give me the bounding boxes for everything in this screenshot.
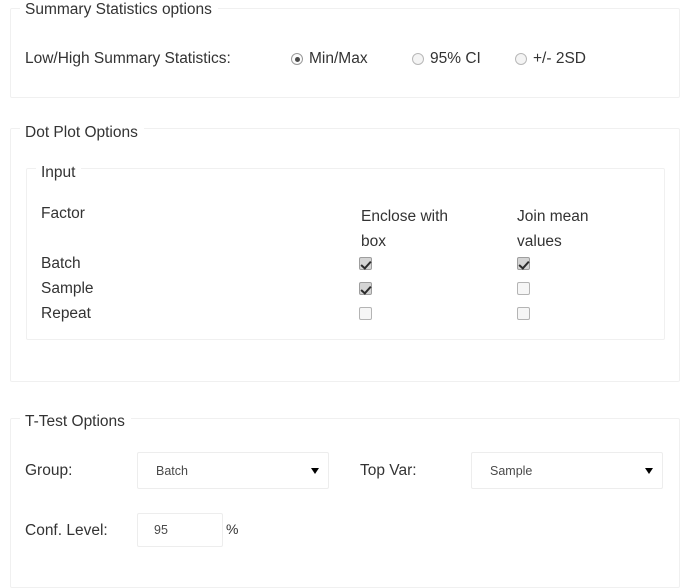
checkbox-batch-enclose-with-box[interactable] — [359, 257, 372, 270]
column-header-enclose-with-box: Enclose with box — [361, 208, 449, 250]
conf-level-input-value: 95 — [154, 523, 168, 537]
options-panel: Summary Statistics options Low/High Summ… — [0, 0, 684, 588]
conf-level-label: Conf. Level: — [25, 522, 108, 539]
dot-plot-input-legend: Input — [36, 164, 82, 182]
column-header-join-mean-values: Join mean values — [517, 208, 589, 250]
radio-95-ci-label[interactable]: 95% CI — [430, 49, 481, 69]
ttest-options-fieldset — [10, 418, 680, 588]
row-label-sample: Sample — [41, 280, 94, 297]
radio-plus-minus-2sd[interactable] — [515, 53, 527, 65]
summary-statistics-legend: Summary Statistics options — [20, 1, 218, 19]
radio-min-max[interactable] — [291, 53, 303, 65]
row-label-batch: Batch — [41, 255, 81, 272]
checkbox-sample-enclose-with-box[interactable] — [359, 282, 372, 295]
dot-plot-options-legend: Dot Plot Options — [20, 124, 144, 142]
radio-95-ci[interactable] — [412, 53, 424, 65]
top-var-select-value: Sample — [490, 463, 533, 478]
checkbox-repeat-join-mean-values[interactable] — [517, 307, 530, 320]
ttest-options-legend: T-Test Options — [20, 413, 131, 431]
group-select-value: Batch — [156, 463, 188, 478]
radio-min-max-label[interactable]: Min/Max — [309, 49, 368, 69]
group-label: Group: — [25, 462, 73, 479]
column-header-factor: Factor — [41, 205, 85, 222]
chevron-down-icon — [645, 467, 653, 474]
conf-level-input[interactable]: 95 — [137, 513, 223, 547]
top-var-label: Top Var: — [360, 462, 417, 479]
conf-level-unit: % — [226, 521, 239, 537]
checkbox-batch-join-mean-values[interactable] — [517, 257, 530, 270]
checkbox-sample-join-mean-values[interactable] — [517, 282, 530, 295]
dot-plot-input-fieldset — [26, 168, 665, 340]
chevron-down-icon — [311, 467, 319, 474]
top-var-select[interactable]: Sample — [471, 452, 663, 489]
group-select[interactable]: Batch — [137, 452, 329, 489]
row-label-repeat: Repeat — [41, 305, 91, 322]
low-high-summary-statistics-label: Low/High Summary Statistics: — [25, 50, 231, 67]
checkbox-repeat-enclose-with-box[interactable] — [359, 307, 372, 320]
radio-plus-minus-2sd-label[interactable]: +/- 2SD — [533, 49, 586, 69]
